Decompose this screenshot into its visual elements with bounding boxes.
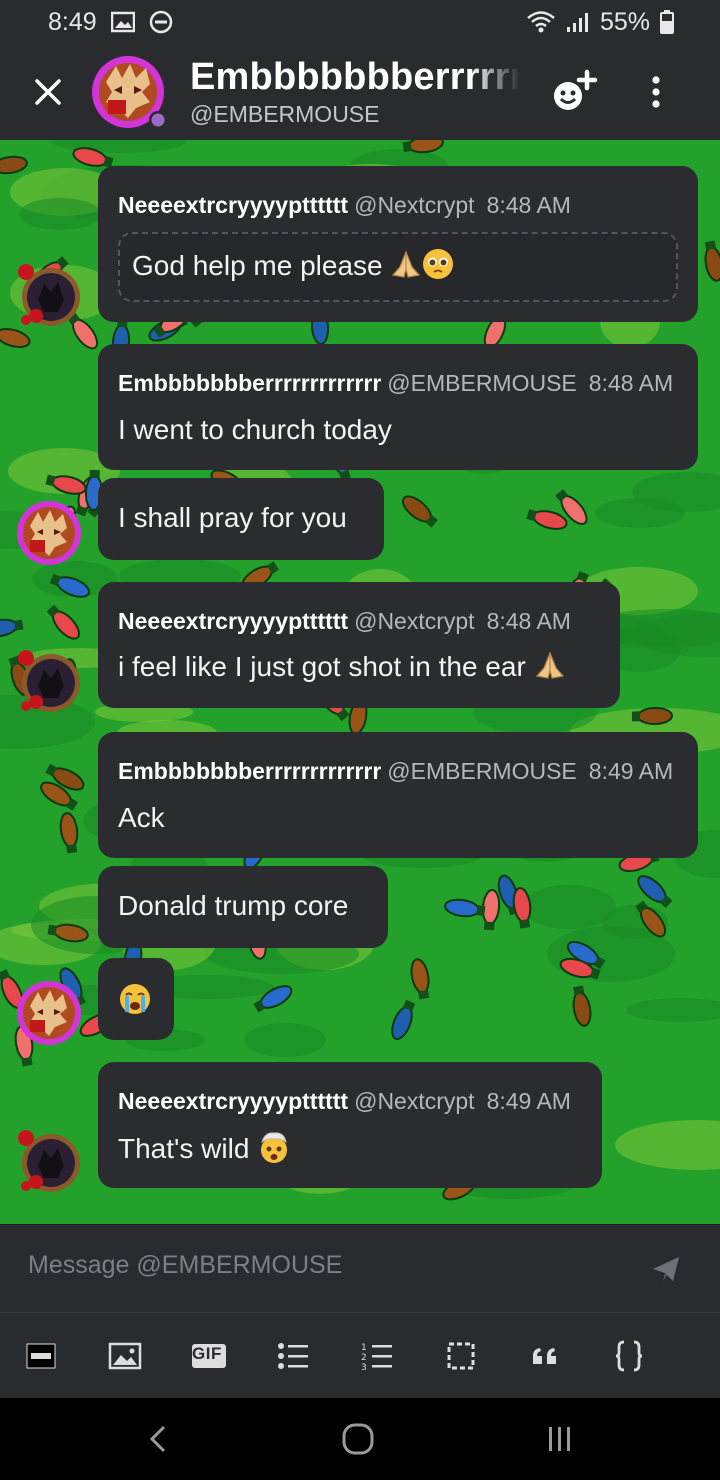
- svg-text:1: 1: [361, 1343, 367, 1353]
- quote-button[interactable]: [524, 1335, 566, 1377]
- image-icon: [108, 1342, 142, 1370]
- wifi-icon: [526, 10, 556, 34]
- message-time: 8:48 AM: [486, 192, 571, 218]
- message-text: I went to church today: [118, 414, 392, 445]
- message-author[interactable]: Embbbbbbberrrrrrrrrrrrr: [118, 370, 381, 396]
- do-not-disturb-icon: [149, 10, 173, 34]
- folded-hands-emoji: [534, 650, 566, 687]
- battery-percent: 55%: [599, 7, 650, 36]
- loudly-crying-face-emoji: [118, 982, 152, 1021]
- message-handle: @Nextcrypt: [354, 1088, 475, 1114]
- message-bubble[interactable]: [98, 958, 174, 1040]
- home-button[interactable]: [328, 1416, 388, 1462]
- send-icon: [653, 1257, 679, 1281]
- braces-button[interactable]: [608, 1335, 650, 1377]
- back-chevron-icon: [149, 1425, 166, 1453]
- status-bar: 8:49 55%: [0, 0, 720, 44]
- message-author[interactable]: Neeeextrcryyyyptttttt: [118, 608, 348, 634]
- bulleted-list-icon: [278, 1343, 308, 1369]
- message-handle: @EMBERMOUSE: [387, 370, 577, 396]
- numbered-list-icon: 123: [361, 1343, 392, 1370]
- message-text: i feel like I just got shot in the ear: [118, 650, 526, 682]
- spoiler-button[interactable]: [20, 1335, 62, 1377]
- header-avatar[interactable]: [92, 52, 172, 132]
- message-text: I shall pray for you: [118, 502, 347, 533]
- braces-icon: [615, 1340, 643, 1372]
- battery-icon: [660, 10, 674, 34]
- message-text: Ack: [118, 802, 165, 833]
- message-text: Donald trump core: [118, 890, 349, 921]
- svg-text:3: 3: [361, 1363, 367, 1370]
- message-handle: @Nextcrypt: [354, 608, 475, 634]
- image-button[interactable]: [104, 1335, 146, 1377]
- back-button[interactable]: [128, 1416, 188, 1462]
- more-vertical-icon: [652, 76, 660, 108]
- gif-button[interactable]: GIF: [188, 1335, 230, 1377]
- message-time: 8:49 AM: [588, 758, 674, 784]
- close-button[interactable]: [0, 44, 96, 140]
- add-friend-button[interactable]: [548, 66, 600, 118]
- message-bubble[interactable]: Embbbbbbberrrrrrrrrrrrr @EMBERMOUSE 8:49 A…: [98, 732, 698, 858]
- message-bubble[interactable]: Neeeextrcryyyyptttttt @Nextcrypt 8:49 AM T…: [98, 1062, 602, 1188]
- gallery-notification-icon: [110, 11, 135, 33]
- code-block-icon: [447, 1342, 475, 1370]
- message-list[interactable]: Neeeextrcryyyyptttttt @Nextcrypt 8:48 AM G…: [0, 140, 720, 1224]
- bulleted-list-button[interactable]: [272, 1335, 314, 1377]
- message-bubble[interactable]: Embbbbbbberrrrrrrrrrrrr @EMBERMOUSE 8:48 A…: [98, 344, 698, 470]
- exploding-head-emoji: [257, 1130, 291, 1171]
- message-author[interactable]: Embbbbbbberrrrrrrrrrrrr: [118, 758, 381, 784]
- header-handle: @EMBERMOUSE: [190, 101, 380, 127]
- recents-button[interactable]: [530, 1416, 590, 1462]
- more-options-button[interactable]: [636, 66, 676, 118]
- message-handle: @EMBERMOUSE: [387, 758, 577, 784]
- system-nav-bar: [0, 1398, 720, 1480]
- message-text: That's wild: [118, 1132, 250, 1164]
- message-bubble[interactable]: Neeeextrcryyyyptttttt @Nextcrypt 8:48 AM i…: [98, 582, 620, 708]
- dm-header: Embbbbbbberrrrrrrrrrrrr @EMBERMOUSE: [0, 44, 720, 140]
- close-icon: [35, 79, 61, 105]
- avatar-nextcrypt[interactable]: [16, 262, 82, 328]
- folded-hands-emoji: [390, 249, 422, 286]
- header-display-name: Embbbbbbberrrrrrrrrrrrr: [190, 56, 520, 98]
- home-icon: [342, 1423, 374, 1455]
- message-handle: @Nextcrypt: [354, 192, 475, 218]
- message-time: 8:48 AM: [588, 370, 674, 396]
- send-button[interactable]: [644, 1247, 688, 1291]
- message-input[interactable]: Message @EMBERMOUSE: [28, 1251, 342, 1280]
- formatting-toolbar: GIF 123: [0, 1312, 720, 1398]
- message-composer: Message @EMBERMOUSE: [0, 1224, 720, 1312]
- avatar-embermouse[interactable]: [16, 980, 82, 1046]
- message-bubble[interactable]: I shall pray for you: [98, 478, 384, 560]
- spoiler-icon: [26, 1343, 56, 1369]
- code-block-button[interactable]: [440, 1335, 482, 1377]
- message-text: God help me please: [132, 249, 383, 281]
- signal-icon: [566, 11, 590, 33]
- pleading-face-emoji: [422, 248, 454, 287]
- numbered-list-button[interactable]: 123: [356, 1335, 398, 1377]
- message-bubble[interactable]: Donald trump core: [98, 866, 388, 948]
- message-time: 8:49 AM: [486, 1088, 571, 1114]
- svg-text:2: 2: [361, 1353, 367, 1363]
- avatar-nextcrypt[interactable]: [16, 648, 82, 714]
- avatar-embermouse[interactable]: [16, 500, 82, 566]
- header-title[interactable]: Embbbbbbberrrrrrrrrrrrr @EMBERMOUSE: [190, 56, 520, 128]
- message-bubble[interactable]: Neeeextrcryyyyptttttt @Nextcrypt 8:48 AM G…: [98, 166, 698, 322]
- recents-icon: [549, 1427, 570, 1451]
- message-time: 8:48 AM: [486, 608, 571, 634]
- message-author[interactable]: Neeeextrcryyyyptttttt: [118, 1088, 348, 1114]
- gif-label: GIF: [192, 1344, 222, 1363]
- add-user-icon: [554, 69, 598, 110]
- avatar-nextcrypt[interactable]: [16, 1128, 82, 1194]
- quote-icon: [533, 1348, 556, 1364]
- status-time: 8:49: [48, 7, 97, 36]
- message-author[interactable]: Neeeextrcryyyyptttttt: [118, 192, 348, 218]
